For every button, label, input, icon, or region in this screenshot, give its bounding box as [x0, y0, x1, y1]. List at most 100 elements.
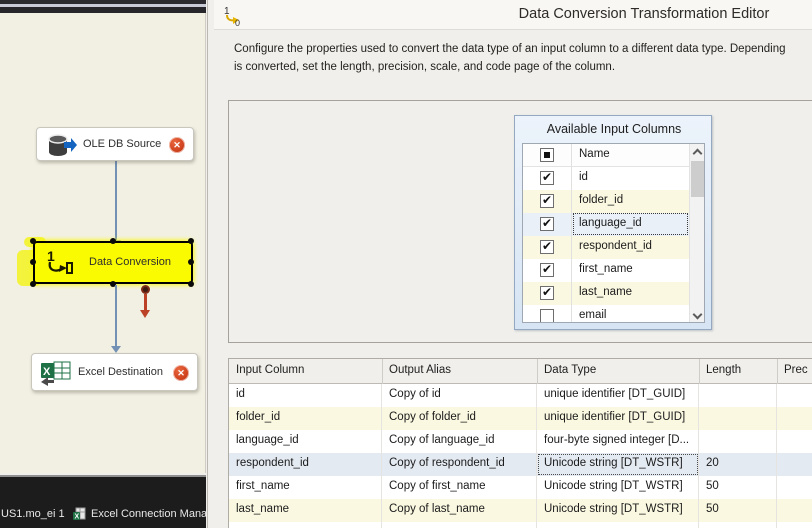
connection-manager-item[interactable]: US1.mo_ei 1 [1, 508, 65, 520]
cell-input-column[interactable] [229, 522, 382, 528]
cell-length[interactable]: 50 [699, 499, 777, 522]
scrollbar-thumb[interactable] [691, 161, 704, 197]
header-length: Length [706, 364, 742, 376]
input-column-row[interactable]: respondent_id [523, 236, 689, 259]
cell-input-column[interactable]: folder_id [229, 407, 382, 430]
excel-connection-icon: X [73, 507, 86, 521]
input-column-row[interactable]: language_id [523, 213, 689, 236]
selection-handle[interactable] [30, 281, 36, 287]
grid-row-empty[interactable] [229, 522, 812, 528]
cell-output-alias[interactable]: Copy of respondent_id [382, 453, 537, 476]
grid-header-row: Input Column Output Alias Data Type Leng… [229, 359, 812, 384]
cell-input-column[interactable]: language_id [229, 430, 382, 453]
description-line-2: is converted, set the length, precision,… [234, 61, 616, 73]
node-excel-destination[interactable]: X Excel Destination ✕ [31, 353, 198, 391]
selection-handle[interactable] [110, 238, 116, 244]
name-column-header: Name [579, 148, 610, 160]
cell-input-column[interactable]: first_name [229, 476, 382, 499]
cell-output-alias[interactable] [382, 522, 537, 528]
cell-input-column[interactable]: id [229, 384, 382, 407]
selection-handle[interactable] [30, 259, 36, 265]
node-label: OLE DB Source [83, 138, 162, 150]
cell-output-alias[interactable]: Copy of folder_id [382, 407, 537, 430]
input-column-row[interactable]: last_name [523, 282, 689, 305]
column-name: first_name [579, 263, 633, 275]
column-name: id [579, 171, 588, 183]
available-input-columns-title: Available Input Columns [546, 122, 682, 136]
grid-row[interactable]: id Copy of id unique identifier [DT_GUID… [229, 384, 812, 407]
grid-row[interactable]: folder_id Copy of folder_id unique ident… [229, 407, 812, 430]
cell-length[interactable] [699, 522, 777, 528]
cell-precision[interactable] [777, 499, 812, 522]
input-column-row[interactable]: email [523, 305, 689, 322]
cell-precision[interactable] [777, 522, 812, 528]
input-columns-scrollbar[interactable] [689, 144, 704, 322]
cell-output-alias[interactable]: Copy of language_id [382, 430, 537, 453]
cell-precision[interactable] [777, 384, 812, 407]
column-checkbox[interactable] [540, 309, 554, 322]
error-badge-icon[interactable]: ✕ [169, 137, 185, 153]
column-checkbox[interactable] [540, 263, 554, 277]
cell-length[interactable]: 20 [699, 453, 777, 476]
cell-data-type[interactable]: four-byte signed integer [D... [537, 430, 699, 453]
connection-manager-item[interactable]: Excel Connection Mana [91, 508, 206, 520]
cell-length[interactable] [699, 430, 777, 453]
error-badge-icon[interactable]: ✕ [173, 365, 189, 381]
selection-handle[interactable] [188, 238, 194, 244]
dataflow-canvas[interactable]: OLE DB Source ✕ 1 Data Conversion X Exce… [0, 13, 206, 473]
scroll-down-icon[interactable] [692, 309, 703, 320]
grid-row[interactable]: respondent_id Copy of respondent_id Unic… [229, 453, 812, 476]
cell-input-column[interactable]: last_name [229, 499, 382, 522]
cell-length[interactable]: 50 [699, 476, 777, 499]
cell-data-type[interactable]: Unicode string [DT_WSTR] [537, 453, 699, 476]
cell-data-type[interactable]: unique identifier [DT_GUID] [537, 407, 699, 430]
cell-length[interactable] [699, 384, 777, 407]
cell-precision[interactable] [777, 453, 812, 476]
node-data-conversion[interactable]: 1 Data Conversion [33, 241, 193, 284]
data-conversion-icon: 1 [47, 248, 73, 274]
cell-output-alias[interactable]: Copy of id [382, 384, 537, 407]
cell-precision[interactable] [777, 430, 812, 453]
node-ole-db-source[interactable]: OLE DB Source ✕ [36, 127, 194, 161]
node-label: Excel Destination [78, 366, 163, 378]
cell-length[interactable] [699, 407, 777, 430]
dialog-titlebar[interactable]: 1 0 Data Conversion Transformation Edito… [214, 0, 812, 30]
available-input-columns-table: Name id folder_id language_id respondent… [522, 143, 705, 323]
available-input-columns-box[interactable]: Available Input Columns Name id folder_i… [514, 115, 712, 330]
error-output-path[interactable] [144, 294, 147, 311]
grid-row[interactable]: language_id Copy of language_id four-byt… [229, 430, 812, 453]
input-columns-header-row: Name [523, 144, 689, 167]
cell-precision[interactable] [777, 407, 812, 430]
cell-input-column[interactable]: respondent_id [229, 453, 382, 476]
path-conversion-to-destination[interactable] [115, 285, 117, 347]
input-column-row[interactable]: first_name [523, 259, 689, 282]
select-all-checkbox[interactable] [540, 148, 554, 162]
error-output-origin-icon[interactable] [141, 285, 150, 294]
column-checkbox[interactable] [540, 194, 554, 208]
column-checkbox[interactable] [540, 286, 554, 300]
cell-data-type[interactable]: Unicode string [DT_WSTR] [537, 476, 699, 499]
path-arrowhead-icon [111, 346, 121, 353]
column-checkbox[interactable] [540, 240, 554, 254]
cell-data-type[interactable]: unique identifier [DT_GUID] [537, 384, 699, 407]
grid-row[interactable]: first_name Copy of first_name Unicode st… [229, 476, 812, 499]
cell-data-type[interactable]: Unicode string [DT_WSTR] [537, 499, 699, 522]
cell-precision[interactable] [777, 476, 812, 499]
cell-data-type[interactable] [537, 522, 699, 528]
column-checkbox[interactable] [540, 171, 554, 185]
excel-destination-icon: X [41, 361, 71, 386]
input-column-row[interactable]: folder_id [523, 190, 689, 213]
selection-handle[interactable] [188, 259, 194, 265]
screenshot-root: OLE DB Source ✕ 1 Data Conversion X Exce… [0, 0, 812, 528]
cell-output-alias[interactable]: Copy of last_name [382, 499, 537, 522]
grid-row[interactable]: last_name Copy of last_name Unicode stri… [229, 499, 812, 522]
column-name: email [579, 309, 607, 321]
selection-handle[interactable] [188, 281, 194, 287]
header-data-type: Data Type [544, 364, 597, 376]
cell-output-alias[interactable]: Copy of first_name [382, 476, 537, 499]
path-source-to-conversion[interactable] [115, 161, 117, 241]
scroll-up-icon[interactable] [692, 148, 703, 159]
selection-handle[interactable] [30, 238, 36, 244]
input-column-row[interactable]: id [523, 167, 689, 190]
column-checkbox[interactable] [540, 217, 554, 231]
